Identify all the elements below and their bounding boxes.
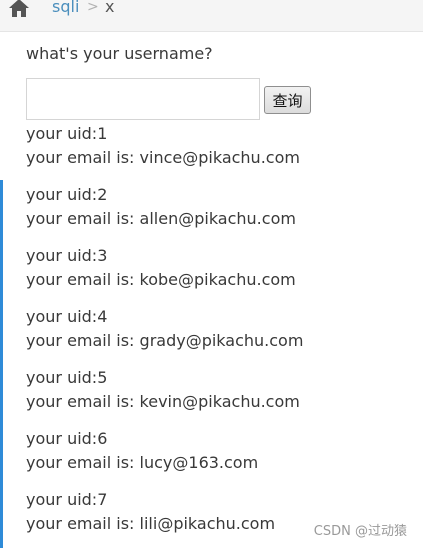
home-icon[interactable] [8, 0, 30, 18]
breadcrumb: sqli > x [0, 0, 423, 32]
result-uid: your uid:7 [26, 488, 303, 512]
result-email: your email is: allen@pikachu.com [26, 207, 303, 231]
result-email: your email is: kobe@pikachu.com [26, 268, 303, 292]
result-email: your email is: lili@pikachu.com [26, 512, 303, 536]
result-uid: your uid:6 [26, 427, 303, 451]
result-item: your uid:1 your email is: vince@pikachu.… [26, 122, 303, 183]
left-accent-bar [0, 180, 3, 548]
result-uid: your uid:4 [26, 305, 303, 329]
query-button[interactable]: 查询 [264, 86, 311, 114]
result-email: your email is: grady@pikachu.com [26, 329, 303, 353]
result-uid: your uid:5 [26, 366, 303, 390]
result-uid: your uid:3 [26, 244, 303, 268]
result-uid: your uid:1 [26, 122, 303, 146]
result-email: your email is: vince@pikachu.com [26, 146, 303, 170]
watermark: CSDN @过动猿 [314, 520, 407, 539]
result-item: your uid:6 your email is: lucy@163.com [26, 427, 303, 488]
result-item: your uid:7 your email is: lili@pikachu.c… [26, 488, 303, 549]
username-prompt: what's your username? [26, 44, 213, 63]
breadcrumb-link-sqli[interactable]: sqli [52, 0, 79, 16]
result-list: your uid:1 your email is: vince@pikachu.… [26, 122, 303, 549]
result-item: your uid:2 your email is: allen@pikachu.… [26, 183, 303, 244]
result-uid: your uid:2 [26, 183, 303, 207]
result-email: your email is: lucy@163.com [26, 451, 303, 475]
result-item: your uid:4 your email is: grady@pikachu.… [26, 305, 303, 366]
result-email: your email is: kevin@pikachu.com [26, 390, 303, 414]
breadcrumb-separator: > [87, 0, 99, 15]
breadcrumb-current: x [105, 0, 114, 16]
username-input[interactable] [26, 78, 260, 120]
result-item: your uid:5 your email is: kevin@pikachu.… [26, 366, 303, 427]
result-item: your uid:3 your email is: kobe@pikachu.c… [26, 244, 303, 305]
